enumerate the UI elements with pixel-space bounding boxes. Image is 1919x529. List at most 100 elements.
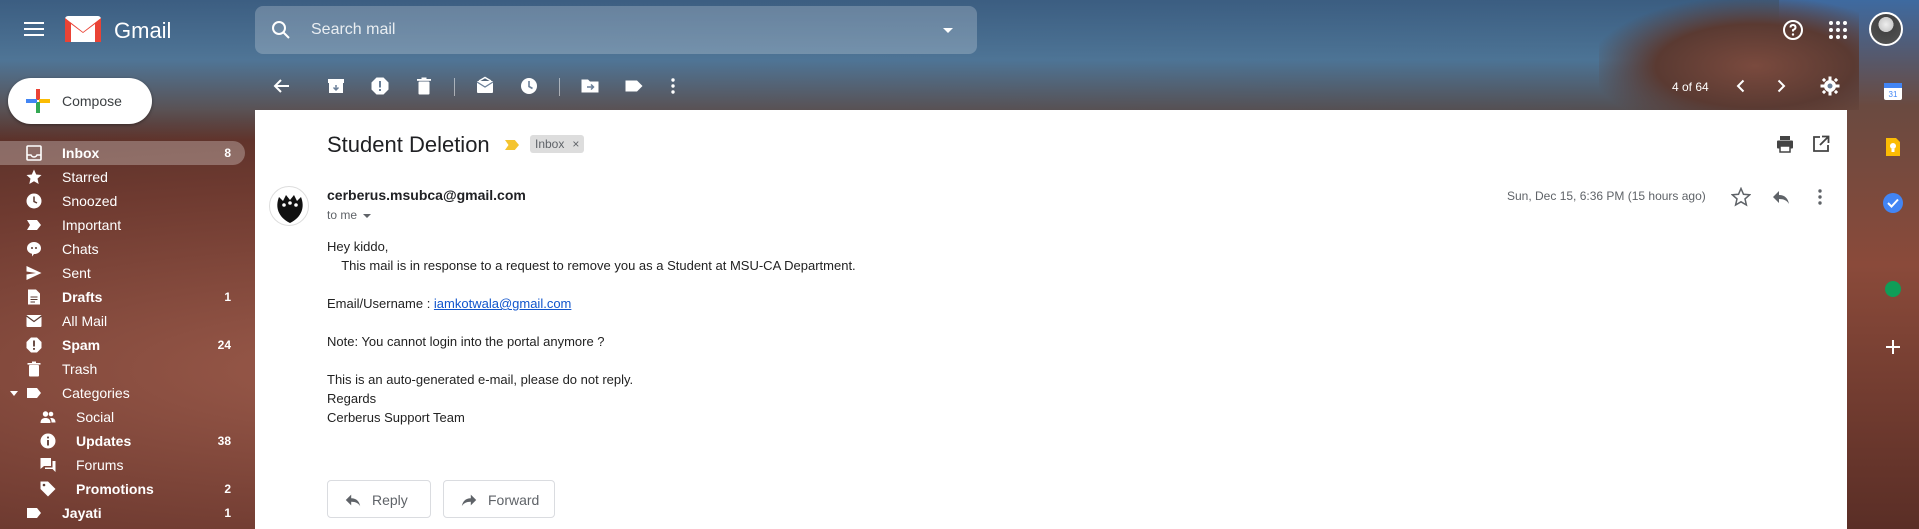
sidebar-item-label: Chats <box>62 241 99 257</box>
report-spam-icon[interactable] <box>370 76 390 96</box>
spam-icon <box>26 337 42 353</box>
search-icon[interactable] <box>271 20 291 40</box>
tag-icon <box>40 481 56 497</box>
expand-caret-icon[interactable] <box>10 391 18 396</box>
recipient-label: to me <box>327 208 358 222</box>
compose-button[interactable]: Compose <box>8 78 152 124</box>
sidebar-item-social[interactable]: Social <box>0 405 245 429</box>
sidebar-nav: Inbox 8 Starred Snoozed Important Chats … <box>0 141 245 525</box>
message-view: Student Deletion Inbox × cerberus.msubca… <box>255 110 1847 529</box>
sidebar-item-updates[interactable]: Updates 38 <box>0 429 245 453</box>
sidebar-item-label: Drafts <box>62 289 103 305</box>
sidebar-item-drafts[interactable]: Drafts 1 <box>0 285 245 309</box>
remove-label-button[interactable]: × <box>572 135 579 153</box>
sender-avatar[interactable] <box>269 186 309 226</box>
reply-button[interactable]: Reply <box>327 480 431 518</box>
more-vert-icon[interactable] <box>1810 187 1830 207</box>
newer-chevron-left-icon[interactable] <box>1731 76 1751 96</box>
main-menu-button[interactable] <box>22 18 46 42</box>
important-marker-icon[interactable] <box>505 140 519 150</box>
svg-text:31: 31 <box>1889 90 1898 99</box>
forum-icon <box>40 458 56 472</box>
reply-icon[interactable] <box>1771 187 1791 207</box>
sidebar-item-promotions[interactable]: Promotions 2 <box>0 477 245 501</box>
more-vert-icon[interactable] <box>663 76 683 96</box>
reply-label: Reply <box>372 492 408 508</box>
sidebar-item-snoozed[interactable]: Snoozed <box>0 189 245 213</box>
body-signature: Cerberus Support Team <box>327 410 465 425</box>
body-regards: Regards <box>327 391 377 406</box>
chevron-down-icon <box>363 213 372 218</box>
chat-icon <box>27 242 41 257</box>
add-addon-plus-icon[interactable] <box>1882 336 1904 358</box>
move-to-icon[interactable] <box>580 76 600 96</box>
apps-grid-icon[interactable] <box>1826 18 1850 42</box>
labels-icon[interactable] <box>624 76 644 96</box>
inbox-label-chip: Inbox × <box>530 135 585 153</box>
calendar-icon[interactable]: 31 <box>1882 80 1904 102</box>
snooze-icon[interactable] <box>519 76 539 96</box>
sidebar-item-starred[interactable]: Starred <box>0 165 245 189</box>
account-avatar[interactable] <box>1869 12 1903 46</box>
delete-icon[interactable] <box>414 76 434 96</box>
sidebar-item-label: Promotions <box>76 481 154 497</box>
sidebar-item-label: Forums <box>76 457 124 473</box>
sidebar-item-label: Spam <box>62 337 101 353</box>
mark-unread-icon[interactable] <box>475 76 495 96</box>
sidebar-item-count: 2 <box>224 482 231 496</box>
send-icon <box>26 266 42 280</box>
email-username-label: Email/Username : <box>327 296 434 311</box>
sidebar-item-important[interactable]: Important <box>0 213 245 237</box>
plus-icon <box>26 89 50 113</box>
sidebar-item-sent[interactable]: Sent <box>0 261 245 285</box>
archive-icon[interactable] <box>326 76 346 96</box>
sidebar-item-label: Starred <box>62 169 108 185</box>
star-toggle-icon[interactable] <box>1731 187 1751 207</box>
sidebar-item-categories[interactable]: Categories <box>0 381 245 405</box>
cerberus-logo-icon <box>277 195 303 223</box>
toolbar-separator <box>454 78 455 96</box>
pagination-count: 4 of 64 <box>1672 80 1709 94</box>
sidebar-item-label: Snoozed <box>62 193 118 209</box>
toolbar-separator <box>559 78 560 96</box>
sidebar-item-label: Social <box>76 409 115 425</box>
sidebar-item-forums[interactable]: Forums <box>0 453 245 477</box>
trash-icon <box>27 361 41 377</box>
body-auto-notice: This is an auto-generated e-mail, please… <box>327 372 634 387</box>
sidebar-item-jayati[interactable]: Jayati 1 <box>0 501 245 525</box>
settings-gear-icon[interactable] <box>1820 76 1840 96</box>
hangouts-addon-icon[interactable] <box>1882 278 1904 300</box>
sidebar-item-spam[interactable]: Spam 24 <box>0 333 245 357</box>
keep-notes-icon[interactable] <box>1882 136 1904 158</box>
search-bar[interactable] <box>255 6 977 54</box>
search-options-caret-icon[interactable] <box>943 28 953 33</box>
forward-label: Forward <box>488 492 540 508</box>
tasks-icon[interactable] <box>1882 192 1904 214</box>
email-username-link[interactable]: iamkotwala@gmail.com <box>434 296 571 311</box>
forward-button[interactable]: Forward <box>443 480 555 518</box>
mail-icon <box>26 315 42 327</box>
print-icon[interactable] <box>1775 134 1795 154</box>
sidebar-item-inbox[interactable]: Inbox 8 <box>0 141 245 165</box>
sidebar-item-count: 8 <box>224 146 231 160</box>
older-chevron-right-icon[interactable] <box>1771 76 1791 96</box>
sidebar-item-chats[interactable]: Chats <box>0 237 245 261</box>
body-greeting: Hey kiddo, <box>327 239 389 254</box>
draft-icon <box>28 289 40 305</box>
sidebar-item-count: 38 <box>217 434 231 448</box>
open-in-new-window-icon[interactable] <box>1811 134 1831 154</box>
important-icon <box>27 220 41 230</box>
forward-icon <box>461 494 477 507</box>
recipient-details-toggle[interactable]: to me <box>327 208 372 222</box>
help-icon[interactable] <box>1781 18 1805 42</box>
gmail-logo-icon <box>65 16 101 42</box>
sidebar-item-all-mail[interactable]: All Mail <box>0 309 245 333</box>
search-input[interactable] <box>311 18 871 42</box>
sidebar-item-label: Inbox <box>62 145 100 161</box>
body-note: Note: You cannot login into the portal a… <box>327 334 605 349</box>
email-body: Hey kiddo, This mail is in response to a… <box>327 237 856 427</box>
sidebar-item-trash[interactable]: Trash <box>0 357 245 381</box>
message-toolbar: 4 of 64 <box>255 68 1855 104</box>
back-arrow-icon[interactable] <box>272 76 292 96</box>
body-line: This mail is in response to a request to… <box>327 258 856 273</box>
